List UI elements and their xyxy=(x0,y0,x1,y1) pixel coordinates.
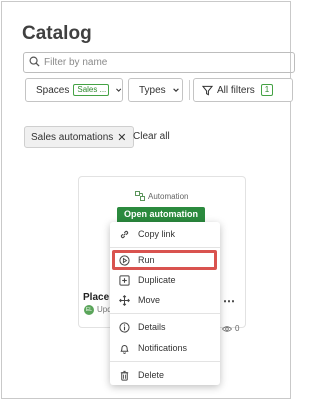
eye-icon xyxy=(222,325,232,332)
menu-item-delete[interactable]: Delete xyxy=(110,365,220,385)
card-type-text: Automation xyxy=(148,191,189,201)
search-box[interactable] xyxy=(23,52,295,73)
move-icon xyxy=(118,294,130,306)
page-title: Catalog xyxy=(22,23,92,44)
menu-item-label: Delete xyxy=(138,370,165,380)
types-filter-label: Types xyxy=(139,84,166,96)
menu-item-label: Copy link xyxy=(138,229,176,239)
menu-item-move[interactable]: Move xyxy=(110,290,220,310)
avatar: EL xyxy=(84,305,94,315)
spaces-selected-chip: Sales ... xyxy=(73,84,109,96)
selected-filter-label: Sales automations xyxy=(31,131,114,143)
info-icon xyxy=(118,321,130,333)
trash-icon xyxy=(120,370,128,381)
open-automation-button[interactable]: Open automation xyxy=(117,207,205,222)
menu-item-label: Details xyxy=(138,322,166,332)
clear-all-link[interactable]: Clear all xyxy=(133,131,170,142)
menu-item-label: Duplicate xyxy=(138,275,176,285)
menu-item-duplicate[interactable]: Duplicate xyxy=(110,270,220,290)
spaces-filter-button[interactable]: Spaces Sales ... xyxy=(25,78,123,102)
spaces-filter-label: Spaces xyxy=(36,84,70,96)
menu-item-run[interactable]: Run xyxy=(110,250,220,270)
automation-icon xyxy=(135,191,145,201)
search-icon xyxy=(29,54,40,72)
play-icon xyxy=(118,254,130,266)
filter-divider xyxy=(189,80,190,100)
link-icon xyxy=(120,230,128,238)
chevron-down-icon xyxy=(172,88,179,92)
menu-item-details[interactable]: Details xyxy=(110,317,220,337)
menu-item-copy-link[interactable]: Copy link xyxy=(110,224,220,244)
bell-icon xyxy=(119,344,129,354)
all-filters-button[interactable]: All filters 1 xyxy=(193,78,293,102)
duplicate-icon xyxy=(118,274,130,286)
card-type-label: Automation xyxy=(135,191,188,201)
chevron-down-icon xyxy=(115,88,121,92)
all-filters-label: All filters xyxy=(217,84,255,96)
menu-item-label: Notifications xyxy=(138,343,188,353)
search-input[interactable] xyxy=(44,57,284,68)
menu-item-label: Run xyxy=(138,255,155,265)
menu-divider xyxy=(110,361,220,362)
selected-filter-chip: Sales automations ✕ xyxy=(24,126,134,148)
close-icon[interactable]: ✕ xyxy=(117,131,126,144)
card-views: 0 xyxy=(222,324,239,333)
funnel-icon xyxy=(202,85,213,95)
menu-item-label: Move xyxy=(138,295,161,305)
types-filter-button[interactable]: Types xyxy=(128,78,183,102)
context-menu: Copy link Run Duplicate Move Details Not… xyxy=(110,222,220,385)
menu-divider xyxy=(110,247,220,248)
menu-divider xyxy=(110,313,220,314)
more-options-icon[interactable]: ⋯ xyxy=(223,294,236,308)
filter-count-badge: 1 xyxy=(260,84,274,96)
views-count: 0 xyxy=(235,324,240,333)
menu-item-notifications[interactable]: Notifications xyxy=(110,338,220,358)
